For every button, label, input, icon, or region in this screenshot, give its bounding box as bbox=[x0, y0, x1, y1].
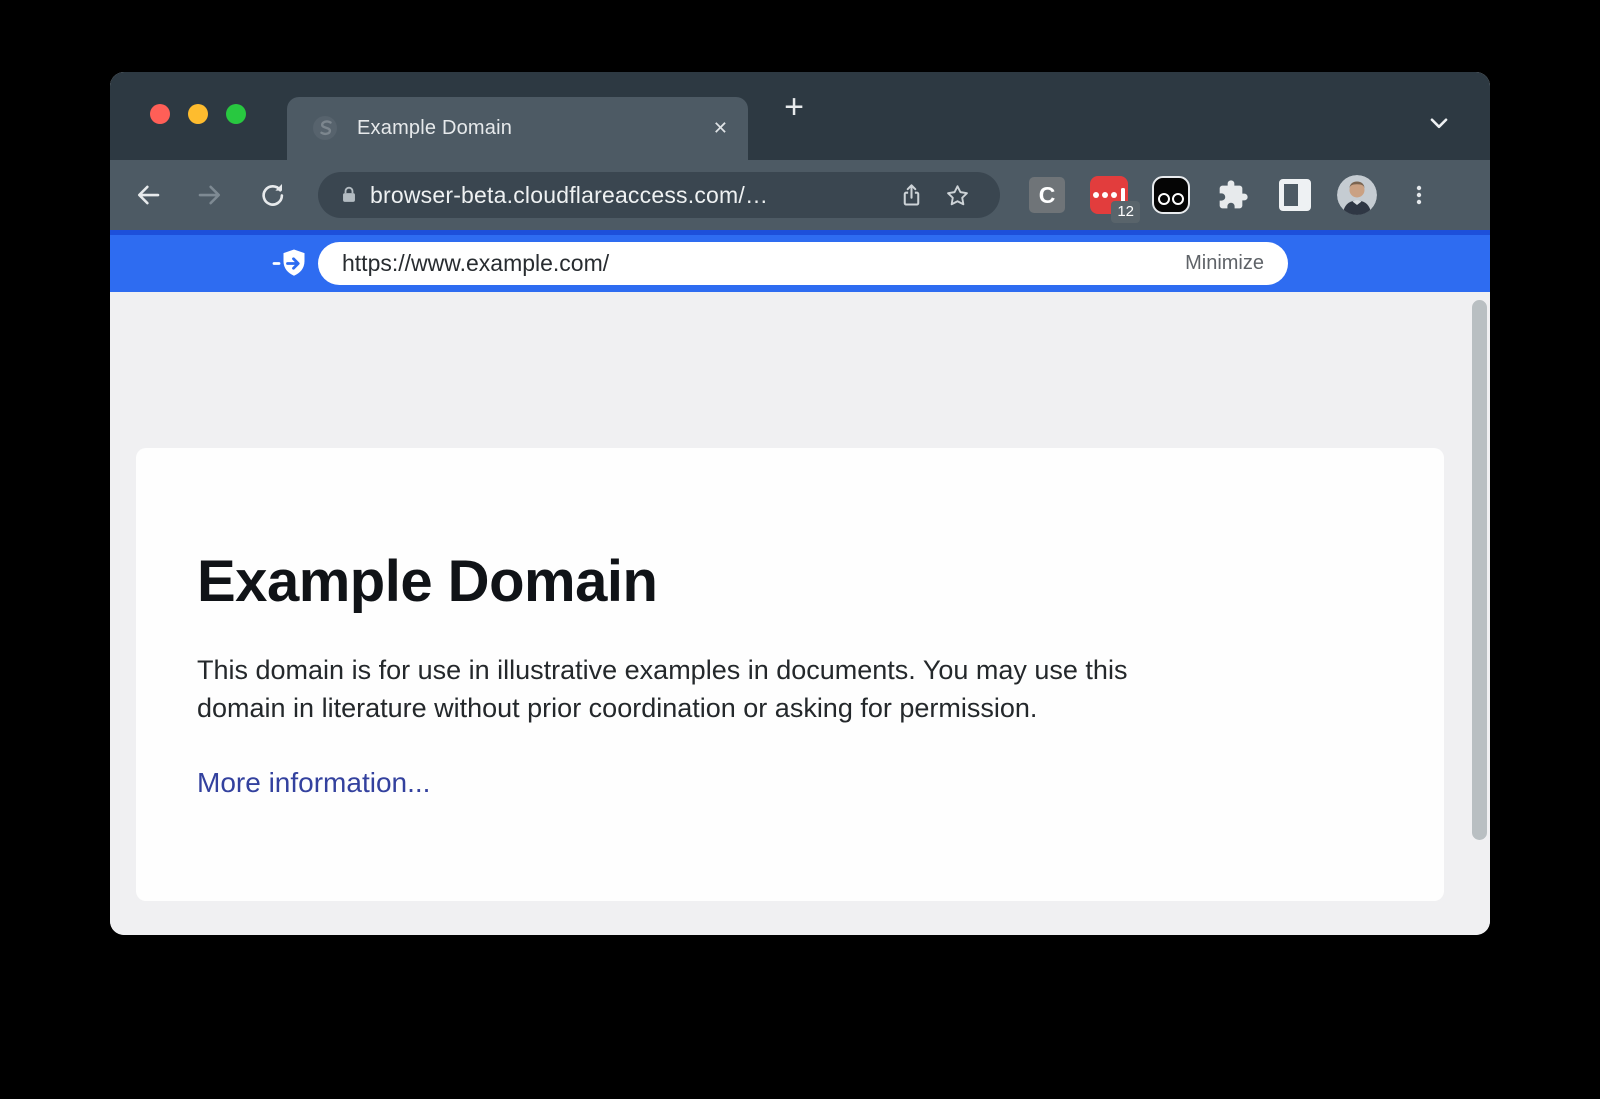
extensions-menu-button[interactable] bbox=[1209, 167, 1257, 223]
extension-password-button[interactable]: 12 bbox=[1085, 167, 1133, 223]
traffic-light-minimize-button[interactable] bbox=[188, 104, 208, 124]
browser-menu-button[interactable] bbox=[1395, 167, 1443, 223]
extension-recorder-button[interactable] bbox=[1147, 167, 1195, 223]
content-card: Example Domain This domain is for use in… bbox=[136, 448, 1444, 901]
minimize-button[interactable]: Minimize bbox=[1185, 252, 1264, 275]
password-dots-icon: 12 bbox=[1090, 176, 1128, 214]
tab-title: Example Domain bbox=[357, 117, 512, 140]
isolation-url-text: https://www.example.com/ bbox=[342, 250, 1185, 277]
reload-button[interactable] bbox=[250, 173, 294, 217]
bookmark-button[interactable] bbox=[934, 182, 980, 209]
page-paragraph: This domain is for use in illustrative e… bbox=[197, 651, 1377, 727]
scrollbar-thumb[interactable] bbox=[1472, 300, 1487, 840]
reload-icon bbox=[257, 180, 287, 210]
forward-button[interactable] bbox=[188, 173, 232, 217]
plus-icon: + bbox=[784, 90, 804, 124]
tab-search-button[interactable] bbox=[1426, 110, 1452, 141]
side-panel-button[interactable] bbox=[1271, 167, 1319, 223]
profile-button[interactable] bbox=[1333, 167, 1381, 223]
chevron-down-icon bbox=[1426, 110, 1452, 136]
share-button[interactable] bbox=[888, 182, 934, 209]
c-extension-icon: C bbox=[1029, 177, 1065, 213]
side-panel-icon bbox=[1279, 179, 1311, 211]
puzzle-icon bbox=[1217, 179, 1249, 211]
avatar bbox=[1337, 175, 1377, 215]
share-icon bbox=[898, 182, 925, 209]
isolation-url-input[interactable]: https://www.example.com/ Minimize bbox=[318, 242, 1288, 285]
lock-icon bbox=[338, 184, 360, 206]
globe-icon bbox=[312, 115, 338, 141]
shield-arrow-icon bbox=[270, 248, 310, 284]
browser-window: Example Domain ✕ + bbox=[110, 72, 1490, 935]
back-arrow-icon bbox=[133, 180, 163, 210]
tab-strip: Example Domain ✕ + bbox=[110, 72, 1490, 160]
two-circles-icon bbox=[1152, 176, 1190, 214]
extension-c-button[interactable]: C bbox=[1023, 167, 1071, 223]
extensions-row: C 12 bbox=[1023, 167, 1443, 223]
star-icon bbox=[944, 182, 971, 209]
tab-example-domain[interactable]: Example Domain ✕ bbox=[287, 97, 748, 160]
toolbar: browser-beta.cloudflareaccess.com/… C bbox=[110, 160, 1490, 230]
kebab-menu-icon bbox=[1407, 183, 1431, 207]
address-url-text: browser-beta.cloudflareaccess.com/… bbox=[370, 182, 888, 209]
more-info-link[interactable]: More information... bbox=[197, 767, 430, 799]
isolation-bar: https://www.example.com/ Minimize bbox=[110, 230, 1490, 292]
new-tab-button[interactable]: + bbox=[772, 85, 816, 129]
page-title: Example Domain bbox=[197, 548, 1390, 615]
address-bar[interactable]: browser-beta.cloudflareaccess.com/… bbox=[318, 172, 1000, 218]
page-content: Example Domain This domain is for use in… bbox=[110, 292, 1490, 935]
traffic-light-zoom-button[interactable] bbox=[226, 104, 246, 124]
back-button[interactable] bbox=[126, 173, 170, 217]
tab-close-icon[interactable]: ✕ bbox=[713, 97, 728, 160]
traffic-light-close-button[interactable] bbox=[150, 104, 170, 124]
forward-arrow-icon bbox=[195, 180, 225, 210]
extension-badge: 12 bbox=[1111, 201, 1140, 223]
